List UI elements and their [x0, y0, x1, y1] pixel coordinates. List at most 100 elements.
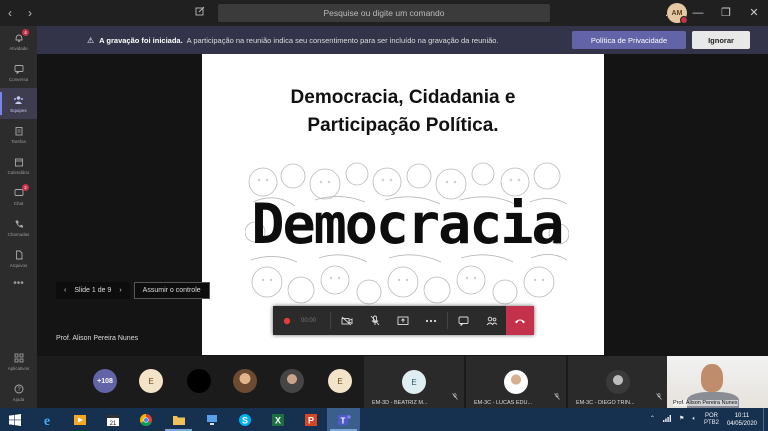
take-control-button[interactable]: Assumir o controle: [133, 282, 210, 299]
slide-counter: Slide 1 de 9: [74, 287, 112, 294]
back-icon[interactable]: ‹: [8, 6, 12, 20]
more-apps-button[interactable]: •••: [0, 274, 37, 294]
divider: [330, 312, 331, 329]
minimize-icon[interactable]: —: [684, 0, 712, 26]
taskbar-excel[interactable]: X: [261, 408, 294, 431]
svg-text:S: S: [241, 415, 247, 425]
powerpoint-icon: P: [304, 413, 317, 426]
system-tray: ⌃ ⚑ 🔈︎ POR PTB2 10:11 04/05/2020: [646, 408, 768, 431]
show-desktop-button[interactable]: [763, 408, 768, 431]
tray-speaker-icon[interactable]: 🔈︎: [692, 416, 696, 423]
slide-pager: ‹ Slide 1 de 9 ›: [56, 282, 130, 299]
svg-text:T: T: [340, 416, 345, 425]
windows-taskbar: e 21 S X P T ⌃ ⚑ 🔈︎ POR PTB2 10:11 04/05…: [0, 408, 768, 431]
participant-avatar[interactable]: [233, 369, 257, 393]
tray-network-icon[interactable]: [662, 414, 671, 425]
recording-banner: ⚠ A gravação foi iniciada. A participaçã…: [37, 26, 768, 54]
taskbar-calendar[interactable]: 21: [96, 408, 129, 431]
slide-title-line1: Democracia, Cidadania e: [290, 87, 516, 108]
self-video[interactable]: Prof. Alison Pereira Nunes: [667, 356, 768, 408]
appbar-label: Equipes: [10, 107, 27, 113]
camera-off-icon[interactable]: [333, 306, 361, 335]
svg-text:P: P: [307, 415, 313, 425]
more-participants-avatar[interactable]: +108: [93, 369, 117, 393]
meeting-stage: Democracia, Cidadania e Participação Pol…: [37, 54, 768, 356]
participant-avatar[interactable]: E: [139, 369, 163, 393]
appbar-label: Atividade: [9, 45, 28, 51]
appbar-item-chat-conversation[interactable]: Conversa: [0, 57, 37, 88]
appbar-label: Chat: [13, 200, 24, 206]
prev-slide-icon[interactable]: ‹: [64, 287, 66, 294]
search-placeholder: Pesquise ou digite um comando: [323, 8, 445, 18]
appbar-item-apps[interactable]: Aplicativos: [0, 346, 37, 377]
windows-start-button[interactable]: [0, 408, 30, 431]
appbar-item-chat[interactable]: 2 Chat: [0, 181, 37, 212]
taskbar-teams[interactable]: T: [327, 408, 360, 431]
maximize-icon[interactable]: ❐: [712, 0, 740, 26]
participant-tile[interactable]: E EM-3D - BEATRIZ M...: [364, 356, 464, 408]
appbar-item-help[interactable]: ? Ajuda: [0, 377, 37, 408]
mic-off-icon[interactable]: [361, 306, 389, 335]
participant-name: EM-3C - DIEGO TRIN...: [576, 400, 635, 406]
taskbar-chrome[interactable]: [129, 408, 162, 431]
file-icon: [13, 250, 24, 261]
teams-people-icon: [13, 95, 24, 106]
meeting-chat-icon[interactable]: [450, 306, 478, 335]
forward-icon[interactable]: ›: [28, 6, 32, 20]
search-input[interactable]: Pesquise ou digite um comando: [218, 4, 550, 22]
participant-tile[interactable]: EM-3C - LUCAS EDU...: [466, 356, 566, 408]
record-icon[interactable]: [273, 306, 301, 335]
taskbar-ie[interactable]: e: [30, 408, 63, 431]
tray-expand-icon[interactable]: ⌃: [650, 416, 655, 423]
calendar-icon: [13, 157, 24, 168]
taskbar-network[interactable]: [195, 408, 228, 431]
taskbar-media-player[interactable]: [63, 408, 96, 431]
taskbar-powerpoint[interactable]: P: [294, 408, 327, 431]
self-video-face: [701, 364, 723, 392]
hang-up-button[interactable]: [506, 306, 534, 335]
privacy-policy-button[interactable]: Política de Privacidade: [572, 31, 686, 49]
appbar-label: Ajuda: [12, 396, 25, 402]
compose-icon[interactable]: [195, 5, 205, 19]
title-bar: ‹ › Pesquise ou digite um comando AM … —…: [0, 0, 768, 26]
input-language[interactable]: POR PTB2: [704, 413, 719, 427]
chat-bubble-icon: [13, 64, 24, 75]
divider: [447, 312, 448, 329]
clock-time: 10:11: [734, 412, 750, 419]
participants-icon[interactable]: [478, 306, 506, 335]
taskbar-clock[interactable]: 10:11 04/05/2020: [727, 412, 757, 428]
ignore-button[interactable]: Ignorar: [692, 31, 750, 49]
more-actions-icon[interactable]: [417, 306, 445, 335]
banner-message: A participação na reunião indica seu con…: [186, 35, 499, 45]
teams-meeting-window: ‹ › Pesquise ou digite um comando AM … —…: [0, 0, 768, 431]
appbar-label: Tarefas: [11, 138, 26, 144]
close-icon[interactable]: ✕: [740, 0, 768, 26]
participant-avatar[interactable]: [280, 369, 304, 393]
folder-icon: [172, 415, 185, 425]
participant-avatar[interactable]: [187, 369, 211, 393]
mic-muted-icon: [554, 387, 560, 405]
appbar-item-calendar[interactable]: Calendário: [0, 150, 37, 181]
appbar-item-teams[interactable]: Equipes: [0, 88, 37, 119]
appbar-item-files[interactable]: Arquivos: [0, 243, 37, 274]
banner-title: A gravação foi iniciada.: [99, 35, 183, 45]
appbar-item-assignments[interactable]: Tarefas: [0, 119, 37, 150]
slide-title: Democracia, Cidadania e Participação Pol…: [202, 84, 604, 140]
participant-avatar[interactable]: E: [328, 369, 352, 393]
taskbar-skype[interactable]: S: [228, 408, 261, 431]
internet-explorer-icon: e: [43, 414, 49, 427]
next-slide-icon[interactable]: ›: [119, 287, 121, 294]
appbar-bottom: Aplicativos ? Ajuda: [0, 346, 37, 408]
more-options-icon[interactable]: …: [656, 0, 684, 26]
share-screen-icon[interactable]: [389, 306, 417, 335]
participant-tile[interactable]: EM-3C - DIEGO TRIN...: [568, 356, 668, 408]
mic-muted-icon: [452, 387, 458, 405]
media-player-icon: [73, 414, 86, 425]
keyboard-layout: PTB2: [703, 419, 719, 426]
history-nav: ‹ ›: [0, 6, 40, 20]
tray-flag-icon[interactable]: ⚑: [679, 416, 684, 423]
appbar-item-calls[interactable]: Chamadas: [0, 212, 37, 243]
taskbar-explorer[interactable]: [162, 408, 195, 431]
appbar-label: Calendário: [7, 169, 30, 175]
appbar-item-activity[interactable]: 4 Atividade: [0, 26, 37, 57]
